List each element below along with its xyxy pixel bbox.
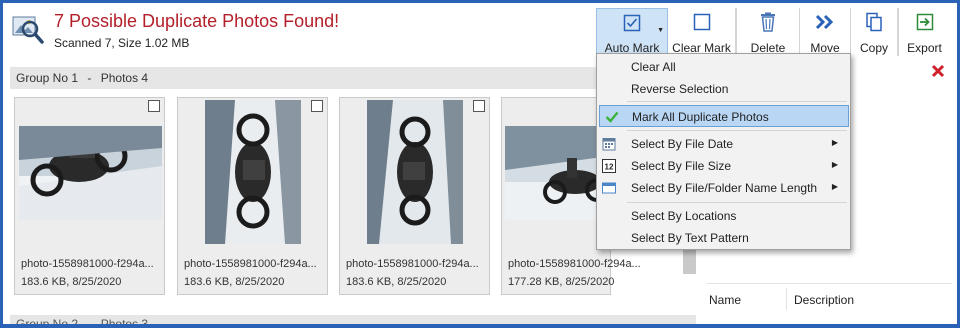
copy-button[interactable]: Copy: [850, 8, 898, 56]
size-calendar-icon: 12: [602, 159, 616, 173]
photo-filename: photo-1558981000-f294a...: [21, 258, 154, 270]
checkmark-icon: [605, 110, 619, 124]
group-separator: -: [87, 71, 92, 85]
export-button[interactable]: Export: [898, 8, 950, 56]
menu-separator: [627, 101, 847, 102]
auto-mark-button[interactable]: ▼ Auto Mark: [596, 8, 668, 56]
menu-item-by-file-date[interactable]: Select By File Date ▶: [597, 133, 850, 155]
toolbar: ▼ Auto Mark Clear Mark Delete Move Copy …: [596, 8, 950, 56]
photo-card[interactable]: photo-1558981000-f294a... 183.6 KB, 8/25…: [177, 97, 328, 295]
photo-thumbnail: [367, 100, 463, 244]
move-button[interactable]: Move: [800, 8, 850, 56]
clear-mark-button[interactable]: Clear Mark: [668, 8, 736, 56]
photo-size-date: 183.6 KB, 8/25/2020: [21, 276, 122, 288]
column-divider[interactable]: [786, 288, 787, 310]
photo-card[interactable]: photo-1558981000-f294a... 183.6 KB, 8/25…: [14, 97, 165, 295]
group-label: Group No 2: [16, 317, 79, 327]
details-divider: [706, 283, 952, 284]
photo-filename: photo-1558981000-f294a...: [346, 258, 479, 270]
copy-icon: [863, 11, 885, 33]
photo-thumbnail: [19, 126, 162, 220]
menu-separator: [627, 202, 847, 203]
chevron-right-icon: ▶: [831, 160, 838, 169]
vertical-scrollbar-thumb[interactable]: [683, 246, 696, 274]
group-photo-count: Photos 4: [100, 71, 149, 85]
photo-card[interactable]: photo-1558981000-f294a... 177.28 KB, 8/2…: [501, 97, 641, 295]
checkbox-empty-icon: [691, 11, 713, 33]
app-logo-icon: [12, 14, 44, 44]
photo-thumbnail: [205, 100, 301, 244]
group-photo-count: Photos 3: [100, 317, 149, 327]
photo-card[interactable]: photo-1558981000-f294a... 183.6 KB, 8/25…: [339, 97, 490, 295]
copy-label: Copy: [859, 41, 888, 55]
menu-item-mark-all-duplicates[interactable]: Mark All Duplicate Photos: [599, 105, 849, 127]
scan-summary: Scanned 7, Size 1.02 MB: [54, 36, 190, 50]
delete-button[interactable]: Delete: [736, 8, 800, 56]
menu-item-label: Select By File Date: [631, 137, 734, 151]
photo-filename: photo-1558981000-f294a...: [184, 258, 317, 270]
export-icon: [914, 11, 936, 33]
menu-separator: [627, 130, 847, 131]
calendar-icon: [602, 137, 616, 151]
column-header-name[interactable]: Name: [709, 293, 741, 307]
menu-item-label: Select By File Size: [631, 159, 732, 173]
photo-size-date: 183.6 KB, 8/25/2020: [346, 276, 447, 288]
menu-item-label: Select By File/Folder Name Length: [631, 181, 818, 195]
chevron-right-icon: ▶: [831, 138, 838, 147]
menu-item-by-file-size[interactable]: 12 Select By File Size ▶: [597, 155, 850, 177]
menu-item-label: Select By Text Pattern: [631, 231, 749, 245]
auto-mark-menu: Clear All Reverse Selection Mark All Dup…: [596, 53, 851, 250]
group-header[interactable]: Group No 1 - Photos 4: [10, 67, 696, 89]
menu-item-label: Reverse Selection: [631, 82, 729, 96]
photo-size-date: 177.28 KB, 8/25/2020: [508, 276, 615, 288]
menu-item-by-text-pattern[interactable]: Select By Text Pattern: [597, 227, 850, 249]
export-label: Export: [907, 41, 942, 55]
double-chevron-right-icon: [814, 11, 836, 33]
trash-icon: [757, 11, 779, 33]
chevron-right-icon: ▶: [831, 182, 838, 191]
chevron-down-icon[interactable]: ▼: [657, 27, 664, 34]
menu-item-by-locations[interactable]: Select By Locations: [597, 205, 850, 227]
menu-item-reverse-selection[interactable]: Reverse Selection: [597, 78, 850, 100]
menu-item-label: Mark All Duplicate Photos: [632, 110, 769, 124]
photo-filename: photo-1558981000-f294a...: [508, 258, 641, 270]
photo-checkbox[interactable]: [148, 100, 160, 112]
photo-size-date: 183.6 KB, 8/25/2020: [184, 276, 285, 288]
auto-mark-icon: [621, 12, 643, 33]
menu-item-by-name-length[interactable]: Select By File/Folder Name Length ▶: [597, 177, 850, 199]
group-separator: -: [87, 317, 92, 327]
photo-checkbox[interactable]: [473, 100, 485, 112]
close-icon[interactable]: [931, 64, 945, 81]
menu-item-label: Select By Locations: [631, 209, 737, 223]
group-header[interactable]: Group No 2 - Photos 3: [10, 315, 696, 327]
menu-item-label: Clear All: [631, 60, 676, 74]
column-header-description[interactable]: Description: [794, 293, 854, 307]
svg-text:12: 12: [605, 163, 614, 172]
photo-checkbox[interactable]: [311, 100, 323, 112]
photo-thumbnail: [505, 126, 610, 220]
folder-icon: [602, 181, 616, 195]
menu-item-clear-all[interactable]: Clear All: [597, 56, 850, 78]
group-label: Group No 1: [16, 71, 79, 85]
page-title: 7 Possible Duplicate Photos Found!: [54, 11, 340, 31]
